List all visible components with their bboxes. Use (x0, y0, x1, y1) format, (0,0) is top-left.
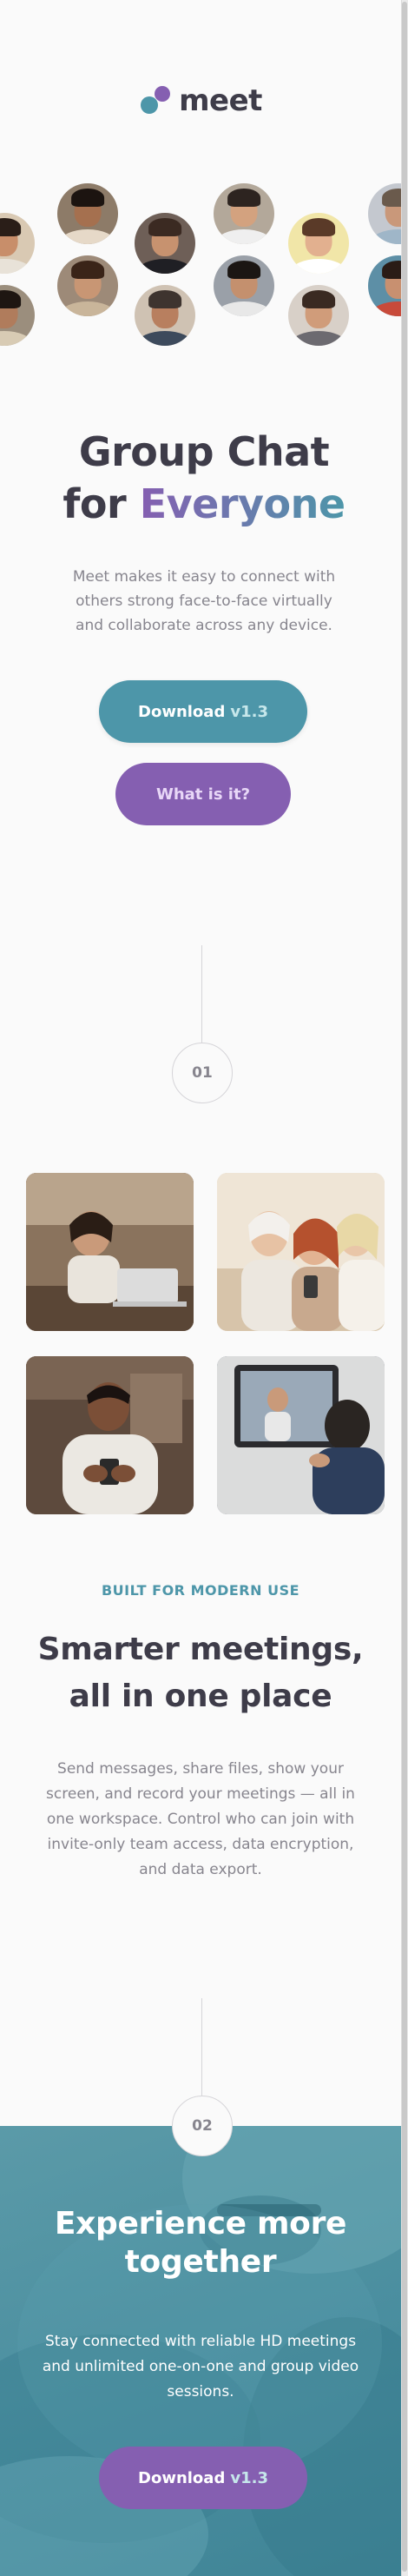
avatar-cluster (0, 174, 408, 356)
user-avatar (135, 213, 195, 274)
hero-title: Group Chat for Everyone (0, 426, 408, 530)
features-title-line2: all in one place (69, 1679, 332, 1714)
logo-mark-icon (139, 84, 172, 117)
user-avatar (0, 213, 35, 274)
hero-title-accent: Everyone (139, 480, 345, 527)
cta-download-label: Download (138, 2468, 226, 2487)
photo-woman-laptop (26, 1173, 194, 1331)
step-marker-02: 02 (172, 2096, 233, 2156)
user-avatar (57, 183, 118, 244)
step-marker-01: 01 (172, 1043, 233, 1103)
cta-title-line2: together (124, 2244, 277, 2280)
user-avatar (0, 285, 35, 346)
photo-video-call (217, 1356, 385, 1514)
hero-title-line1: Group Chat (78, 428, 330, 475)
features-title: Smarter meetings, all in one place (0, 1626, 401, 1720)
cta-title-line1: Experience more (54, 2206, 347, 2242)
photo-man-phone (26, 1356, 194, 1514)
photo-women-phone (217, 1173, 385, 1331)
download-version: v1.3 (230, 702, 268, 721)
download-label: Download (138, 702, 226, 721)
scrollbar-thumb[interactable] (402, 2, 407, 2572)
download-button[interactable]: Download v1.3 (99, 680, 307, 743)
cta-download-version: v1.3 (230, 2468, 268, 2487)
user-avatar (135, 285, 195, 346)
logo-text: meet (179, 83, 262, 118)
vertical-scrollbar[interactable] (401, 0, 408, 2576)
features-eyebrow: BUILT FOR MODERN USE (101, 1582, 300, 1599)
cta-description: Stay connected with reliable HD meetings… (42, 2333, 359, 2401)
user-avatar (214, 183, 274, 244)
user-avatar (214, 255, 274, 316)
hero-title-line2-pre: for (63, 480, 140, 527)
features-description: Send messages, share files, show your sc… (46, 1760, 355, 1878)
user-avatar (288, 213, 349, 274)
features-title-line1: Smarter meetings, (37, 1632, 364, 1667)
cta-download-button[interactable]: Download v1.3 (99, 2447, 307, 2509)
brand-logo[interactable]: meet (0, 83, 401, 118)
what-is-it-button[interactable]: What is it? (115, 763, 291, 825)
hero-description: Meet makes it easy to connect with other… (72, 568, 336, 634)
user-avatar (57, 255, 118, 316)
cta-title: Experience more together (0, 2205, 401, 2281)
user-avatar (288, 285, 349, 346)
